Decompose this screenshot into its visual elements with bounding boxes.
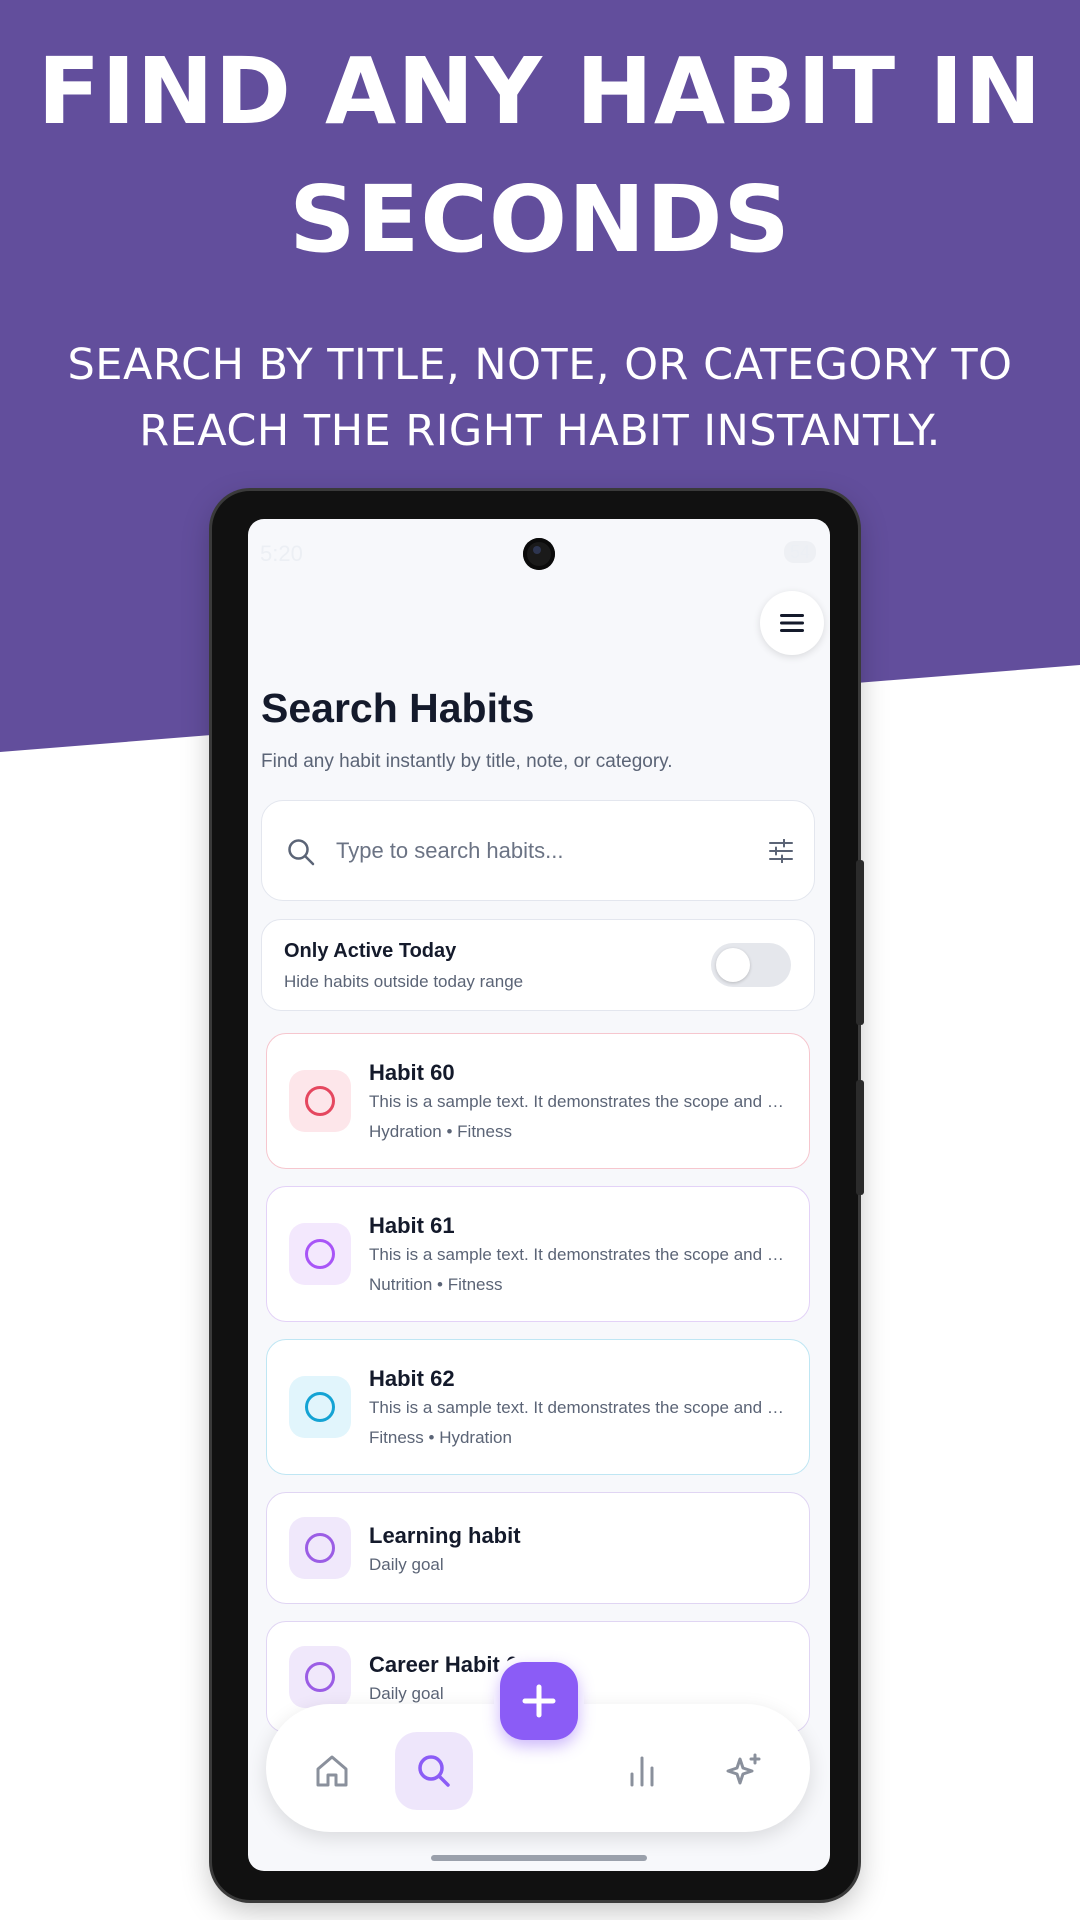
- habit-status-badge[interactable]: [289, 1376, 351, 1438]
- search-icon: [418, 1755, 450, 1787]
- front-camera: [523, 538, 555, 570]
- sparkles-icon: [726, 1753, 761, 1785]
- hero-title-line-1: FIND ANY HABIT IN: [37, 38, 1043, 145]
- habit-description: Daily goal: [369, 1555, 444, 1574]
- habit-tags: Nutrition • Fitness: [369, 1275, 503, 1294]
- nav-home[interactable]: [293, 1732, 371, 1810]
- circle-icon: [305, 1662, 335, 1692]
- habit-title: Career Habit 6: [369, 1652, 519, 1677]
- habit-description: This is a sample text. It demonstrates t…: [369, 1092, 789, 1111]
- power-button: [856, 1080, 864, 1195]
- habit-description: This is a sample text. It demonstrates t…: [369, 1398, 789, 1417]
- habit-status-badge[interactable]: [289, 1517, 351, 1579]
- habit-tags: Fitness • Hydration: [369, 1428, 512, 1447]
- hero-title-line-2: SECONDS: [289, 166, 791, 273]
- search-box[interactable]: [261, 800, 815, 901]
- circle-icon: [305, 1086, 335, 1116]
- habit-title: Habit 62: [369, 1366, 455, 1391]
- toggle-title: Only Active Today: [284, 940, 457, 962]
- only-active-today-toggle[interactable]: [711, 943, 791, 987]
- filter-sliders-icon[interactable]: [768, 839, 794, 863]
- page-title: Search Habits: [261, 685, 535, 731]
- habit-title: Habit 60: [369, 1060, 455, 1085]
- circle-icon: [305, 1392, 335, 1422]
- circle-icon: [305, 1239, 335, 1269]
- nav-insights[interactable]: [705, 1732, 783, 1810]
- volume-button: [856, 860, 864, 1025]
- habit-tags: Hydration • Fitness: [369, 1122, 512, 1141]
- search-icon: [288, 839, 315, 866]
- habit-card[interactable]: Habit 61 This is a sample text. It demon…: [266, 1186, 810, 1322]
- search-input[interactable]: [336, 831, 736, 871]
- only-active-today-card: Only Active Today Hide habits outside to…: [261, 919, 815, 1011]
- plus-icon: [522, 1684, 556, 1718]
- phone-screen: 5:20 54 Search Habits Find any habit ins…: [248, 519, 830, 1871]
- hamburger-menu-icon: [780, 614, 804, 632]
- circle-icon: [305, 1533, 335, 1563]
- status-time: 5:20: [260, 541, 303, 566]
- chart-icon: [630, 1756, 654, 1787]
- habit-card[interactable]: Learning habit Daily goal: [266, 1492, 810, 1604]
- home-indicator: [431, 1855, 647, 1861]
- toggle-knob: [716, 948, 750, 982]
- toggle-subtitle: Hide habits outside today range: [284, 972, 524, 991]
- page-subtitle: Find any habit instantly by title, note,…: [261, 751, 673, 772]
- nav-statistics[interactable]: [603, 1732, 681, 1810]
- home-icon: [316, 1755, 348, 1787]
- habit-description: Daily goal: [369, 1684, 444, 1703]
- hero-subtitle-line-1: SEARCH BY TITLE, NOTE, OR CATEGORY TO: [67, 340, 1013, 390]
- habit-description: This is a sample text. It demonstrates t…: [369, 1245, 789, 1264]
- habit-card[interactable]: Habit 60 This is a sample text. It demon…: [266, 1033, 810, 1169]
- hero-subtitle: SEARCH BY TITLE, NOTE, OR CATEGORY TO RE…: [40, 332, 1040, 464]
- nav-search[interactable]: [395, 1732, 473, 1810]
- hero-title: FIND ANY HABIT IN SECONDS: [0, 28, 1080, 284]
- habit-status-badge[interactable]: [289, 1070, 351, 1132]
- menu-button[interactable]: [760, 591, 824, 655]
- habit-title: Habit 61: [369, 1213, 455, 1238]
- habit-card[interactable]: Habit 62 This is a sample text. It demon…: [266, 1339, 810, 1475]
- hero-subtitle-line-2: REACH THE RIGHT HABIT INSTANTLY.: [139, 406, 941, 456]
- habit-title: Learning habit: [369, 1523, 521, 1548]
- add-habit-button[interactable]: [500, 1662, 578, 1740]
- habit-status-badge[interactable]: [289, 1223, 351, 1285]
- battery-indicator: 54: [783, 541, 816, 563]
- habit-status-badge[interactable]: [289, 1646, 351, 1708]
